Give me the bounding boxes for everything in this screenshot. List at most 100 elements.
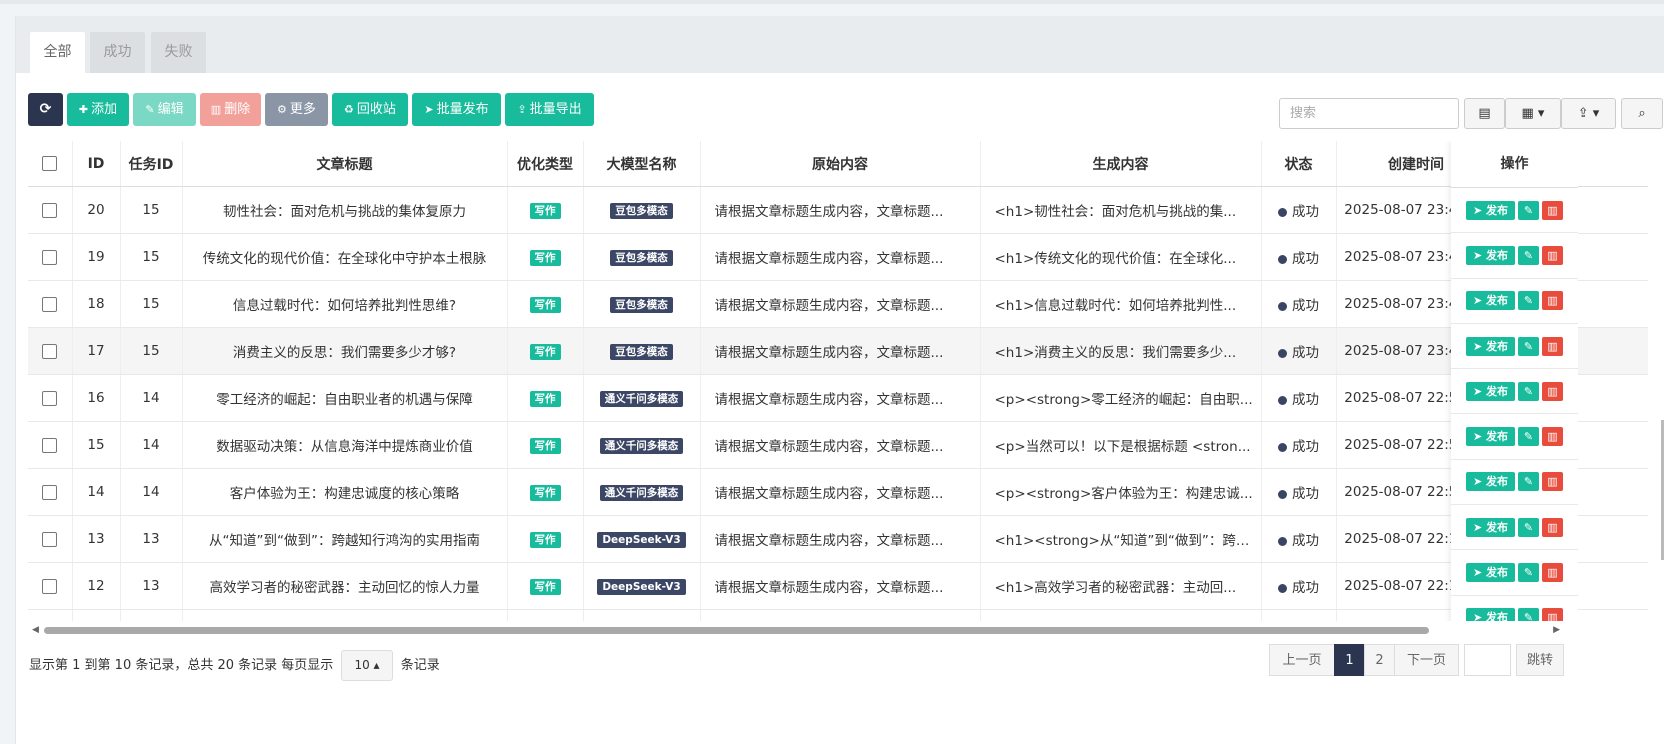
row-delete-button[interactable]: ▥ [1542,291,1563,311]
row-delete-button[interactable]: ▥ [1542,472,1563,492]
add-button[interactable]: ✚ 添加 [67,93,129,126]
page-2-button[interactable]: 2 [1364,644,1395,676]
row-delete-button[interactable]: ▥ [1542,608,1563,621]
cell-status: 成功 [1261,186,1337,234]
row-delete-button[interactable]: ▥ [1542,563,1563,583]
cell-original: 请根据文章标题生成内容，文章标题... [700,327,981,375]
page-size-select[interactable]: 10 ▴ [341,650,393,681]
edit-button[interactable]: ✎ 编辑 [133,93,196,126]
row-edit-button[interactable]: ✎ [1518,517,1539,537]
table-row[interactable]: 19 15 传统文化的现代价值：在全球化中守护本土根脉 写作 豆包多模态 请根据文章标题生… [28,233,1648,281]
publish-button[interactable]: ➤ 发布 [1466,336,1515,356]
scroll-left-icon[interactable]: ◀ [32,625,39,635]
table-row[interactable]: 16 14 零工经济的崛起：自由职业者的机遇与保障 写作 通义千问多模态 请根据文章标题生… [28,374,1648,422]
publish-button[interactable]: ➤ 发布 [1466,381,1515,401]
publish-button[interactable]: ➤ 发布 [1466,427,1515,447]
row-edit-button[interactable]: ✎ [1518,381,1539,401]
row-checkbox[interactable] [28,327,73,375]
col-opt-type[interactable]: 优化类型 [507,141,584,187]
row-checkbox[interactable] [28,515,73,563]
row-checkbox[interactable] [28,468,73,516]
model-badge: 豆包多模态 [610,202,673,219]
table-row[interactable]: 1113深度工作法：在碎片化时代找回专注力写作DeepSeek-V3请根据文章标… [28,609,1648,621]
cell-original: 请根据文章标题生成内容，文章标题... [700,233,981,281]
next-page-button[interactable]: 下一页 [1394,644,1459,676]
prev-page-button[interactable]: 上一页 [1269,644,1335,676]
page-1-button[interactable]: 1 [1334,644,1365,676]
table-row[interactable]: 15 14 数据驱动决策：从信息海洋中提炼商业价值 写作 通义千问多模态 请根据文章标题生… [28,421,1648,469]
col-generated[interactable]: 生成内容 [980,141,1262,187]
row-checkbox[interactable] [28,609,73,621]
table-row[interactable]: 17 15 消费主义的反思：我们需要多少才够? 写作 豆包多模态 请根据文章标题生成内容，… [28,327,1648,375]
row-checkbox[interactable] [28,186,73,234]
publish-button[interactable]: ➤ 发布 [1466,245,1515,265]
row-edit-button[interactable]: ✎ [1518,563,1539,583]
batch-publish-button[interactable]: ➤ 批量发布 [412,93,501,126]
columns-button[interactable]: ▦ ▾ [1505,98,1561,129]
row-delete-button[interactable]: ▥ [1542,245,1563,265]
row-edit-button[interactable]: ✎ [1518,427,1539,447]
cell-opt-type: 写作 [507,233,584,281]
search-input[interactable] [1279,98,1459,129]
pencil-icon: ✎ [1523,203,1534,217]
pencil-icon: ✎ [1523,566,1534,580]
row-actions: ➤ 发布 ✎ ▥ [1451,550,1578,596]
recycle-bin-button[interactable]: ♻ 回收站 [332,93,408,126]
scroll-thumb[interactable] [44,627,1429,634]
table-row[interactable]: 18 15 信息过载时代：如何培养批判性思维? 写作 豆包多模态 请根据文章标题生成内容，… [28,280,1648,328]
publish-button[interactable]: ➤ 发布 [1466,291,1515,311]
delete-button[interactable]: ▥ 删除 [200,93,261,126]
export-button[interactable]: ⇪ ▾ [1561,98,1616,129]
jump-page-input[interactable] [1464,644,1511,676]
row-checkbox[interactable] [28,233,73,281]
scroll-right-icon[interactable]: ▶ [1553,625,1560,635]
row-edit-button[interactable]: ✎ [1518,472,1539,492]
row-delete-button[interactable]: ▥ [1542,381,1563,401]
cell-model: 豆包多模态 [583,186,701,234]
cell-generated: <h1>高效学习者的秘密武器：主动回... [980,562,1262,610]
jump-button[interactable]: 跳转 [1516,644,1564,676]
pencil-icon: ✎ [1523,294,1534,308]
toggle-view-button[interactable]: ▤ [1464,98,1505,129]
batch-export-button[interactable]: ⇪ 批量导出 [505,93,594,126]
row-checkbox[interactable] [28,562,73,610]
row-checkbox[interactable] [28,374,73,422]
col-model[interactable]: 大模型名称 [583,141,701,187]
tab-failed[interactable]: 失败 [151,32,206,73]
horizontal-scrollbar[interactable]: ◀ ▶ [32,625,1560,635]
select-all-checkbox[interactable] [28,141,73,187]
tab-success[interactable]: 成功 [90,32,145,73]
search-button[interactable]: ⌕ [1621,98,1663,129]
trash-icon: ▥ [210,103,222,116]
row-edit-button[interactable]: ✎ [1518,245,1539,265]
col-title[interactable]: 文章标题 [182,141,508,187]
tab-all[interactable]: 全部 [30,32,85,73]
table-row[interactable]: 13 13 从“知道”到“做到”：跨越知行鸿沟的实用指南 写作 DeepSeek-V3 请… [28,515,1648,563]
refresh-button[interactable]: ⟳ [28,93,63,126]
row-edit-button[interactable]: ✎ [1518,200,1539,220]
row-checkbox[interactable] [28,280,73,328]
more-button[interactable]: ⚙ 更多 [265,93,328,126]
col-id[interactable]: ID [72,141,121,187]
row-delete-button[interactable]: ▥ [1542,517,1563,537]
row-delete-button[interactable]: ▥ [1542,200,1563,220]
row-checkbox[interactable] [28,421,73,469]
cell-title: 高效学习者的秘密武器：主动回忆的惊人力量 [182,562,508,610]
table-row[interactable]: 20 15 韧性社会：面对危机与挑战的集体复原力 写作 豆包多模态 请根据文章标题生成内容… [28,186,1648,234]
publish-button[interactable]: ➤ 发布 [1466,517,1515,537]
col-original[interactable]: 原始内容 [700,141,981,187]
row-edit-button[interactable]: ✎ [1518,291,1539,311]
col-status[interactable]: 状态 [1261,141,1337,187]
col-task-id[interactable]: 任务ID [120,141,183,187]
table-row[interactable]: 12 13 高效学习者的秘密武器：主动回忆的惊人力量 写作 DeepSeek-V3 请根据… [28,562,1648,610]
publish-button[interactable]: ➤ 发布 [1466,563,1515,583]
table-row[interactable]: 14 14 客户体验为王：构建忠诚度的核心策略 写作 通义千问多模态 请根据文章标题生成内… [28,468,1648,516]
row-delete-button[interactable]: ▥ [1542,336,1563,356]
row-edit-button[interactable]: ✎ [1518,336,1539,356]
row-delete-button[interactable]: ▥ [1542,427,1563,447]
row-edit-button[interactable]: ✎ [1518,608,1539,621]
publish-button[interactable]: ➤ 发布 [1466,200,1515,220]
publish-button[interactable]: ➤ 发布 [1466,472,1515,492]
cell-generated: <h1>韧性社会：面对危机与挑战的集... [980,186,1262,234]
publish-button[interactable]: ➤ 发布 [1466,608,1515,621]
